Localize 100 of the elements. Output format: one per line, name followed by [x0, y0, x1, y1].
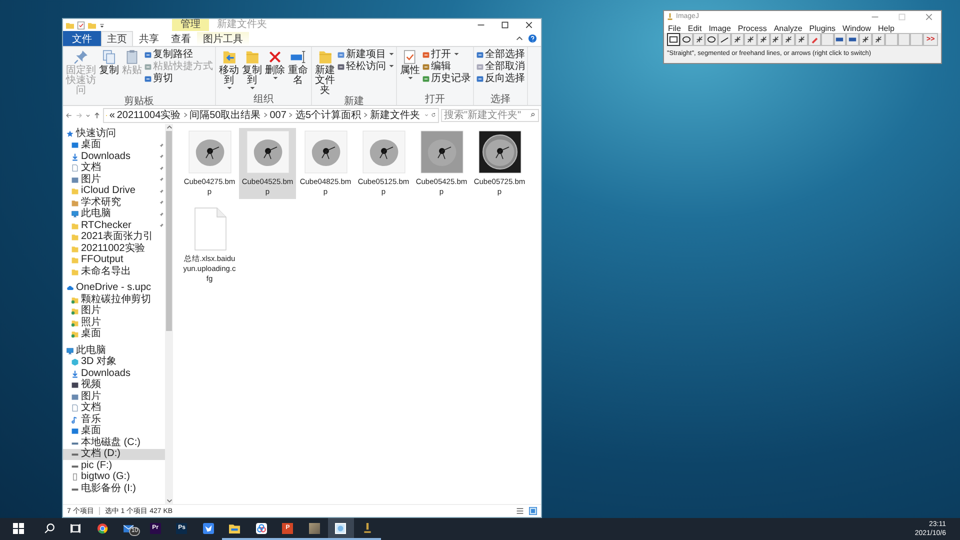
sidebar-item[interactable]: 图片: [63, 306, 165, 317]
ribbon-button[interactable]: 打开: [422, 49, 471, 60]
dev-tool-button[interactable]: [834, 33, 846, 46]
scroll-up-icon[interactable]: [166, 124, 172, 130]
ribbon-button[interactable]: 全部选择: [476, 49, 525, 60]
sidebar-item[interactable]: pic (F:): [63, 460, 165, 472]
scrollbar[interactable]: [165, 124, 173, 504]
menu-item[interactable]: Plugins: [809, 24, 836, 33]
magnifier-button[interactable]: [782, 33, 796, 46]
sidebar-item[interactable]: Downloads: [63, 151, 165, 162]
ribbon-button[interactable]: 重命名: [287, 48, 309, 94]
menu-item[interactable]: Window: [842, 24, 871, 33]
ribbon-tab[interactable]: 查看: [165, 31, 197, 46]
breadcrumb-item[interactable]: 选5个计算面积: [295, 108, 361, 122]
ribbon-button[interactable]: 编辑: [422, 61, 471, 72]
ribbon-button[interactable]: 复制: [98, 48, 120, 96]
sidebar-item[interactable]: OneDrive - s.upc: [63, 282, 165, 294]
breadcrumb-item[interactable]: 007: [270, 110, 286, 120]
up-arrow-icon[interactable]: [93, 110, 101, 120]
ribbon-button[interactable]: 反向选择: [476, 73, 525, 84]
sidebar-item[interactable]: RTChecker: [63, 220, 165, 232]
help-icon[interactable]: [528, 34, 537, 43]
menu-item[interactable]: Image: [708, 24, 731, 33]
brush-button[interactable]: [859, 33, 872, 46]
sidebar-item[interactable]: 视频: [63, 380, 165, 391]
breadcrumb-item[interactable]: 间隔50取出结果: [190, 108, 261, 122]
sidebar-item[interactable]: 20211002实验: [63, 243, 165, 254]
ribbon-button[interactable]: 新建文件夹: [314, 48, 336, 96]
sidebar-item[interactable]: bigtwo (G:): [63, 472, 165, 483]
sidebar-item[interactable]: 颗粒碳拉伸剪切: [63, 294, 165, 306]
ribbon-button[interactable]: 历史记录: [422, 73, 471, 84]
sidebar-item[interactable]: 本地磁盘 (C:): [63, 437, 165, 448]
sidebar-item[interactable]: 音乐: [63, 414, 165, 426]
rectangle-tool-button[interactable]: [667, 33, 680, 46]
menu-item[interactable]: Edit: [688, 24, 702, 33]
scroll-down-icon[interactable]: [166, 498, 172, 504]
line-tool-button[interactable]: [718, 33, 732, 46]
sidebar-item[interactable]: 2021表面张力引: [63, 232, 165, 243]
sidebar-item[interactable]: 此电脑: [63, 345, 165, 356]
ribbon-button[interactable]: 轻松访问: [337, 61, 394, 72]
wand-tool-button[interactable]: [756, 33, 770, 46]
sidebar-item[interactable]: 文档 (D:): [63, 448, 165, 460]
sidebar-item[interactable]: 电影备份 (I:): [63, 483, 165, 494]
document-icon: [71, 164, 79, 172]
menu-item[interactable]: File: [668, 24, 681, 33]
back-arrow-icon[interactable]: [65, 110, 73, 120]
sidebar-item[interactable]: 文档: [63, 402, 165, 414]
stack-tool-button[interactable]: [846, 33, 860, 46]
menu-item[interactable]: Help: [878, 24, 894, 33]
ribbon-tab[interactable]: 图片工具: [197, 31, 249, 46]
ribbon-button[interactable]: 全部取消: [476, 61, 525, 72]
menu-item[interactable]: Analyze: [774, 24, 802, 33]
sidebar-item[interactable]: 照片: [63, 317, 165, 328]
polygon-tool-button[interactable]: [692, 33, 706, 46]
sidebar-item[interactable]: 图片: [63, 391, 165, 402]
ribbon-tab[interactable]: 主页: [101, 31, 133, 46]
sidebar-item[interactable]: FFOutput: [63, 254, 165, 266]
address-bar[interactable]: « 20211004实验 间隔50取出结果 007 选5个计算面积 新建文件夹: [103, 108, 439, 122]
sidebar-item[interactable]: 桌面: [63, 140, 165, 151]
sidebar-item[interactable]: 桌面: [63, 426, 165, 437]
ribbon-button[interactable]: 属性: [399, 48, 421, 94]
sidebar-item[interactable]: 未命名导出: [63, 266, 165, 278]
ribbon-tab[interactable]: 文件: [63, 31, 101, 46]
hand-button[interactable]: [795, 33, 808, 46]
refresh-icon[interactable]: [431, 111, 436, 119]
sidebar-item[interactable]: 3D 对象: [63, 356, 165, 368]
dropper-button[interactable]: [808, 33, 821, 46]
menu-item[interactable]: Process: [738, 24, 767, 33]
collapse-ribbon-icon[interactable]: [515, 34, 524, 43]
ribbon-button[interactable]: 移动到: [218, 48, 240, 94]
viewer-taskbar-button[interactable]: [328, 518, 354, 540]
point-tool-button[interactable]: [744, 33, 757, 46]
scrollbar-thumb[interactable]: [166, 131, 172, 331]
sidebar-item[interactable]: 文档: [63, 162, 165, 174]
ribbon-tab[interactable]: 共享: [133, 31, 165, 46]
sidebar-item[interactable]: Downloads: [63, 368, 165, 380]
freehand-tool-button[interactable]: [705, 33, 718, 46]
oval-tool-button[interactable]: [680, 33, 693, 46]
angle-tool-button[interactable]: [731, 33, 744, 46]
sidebar-item[interactable]: 桌面: [63, 328, 165, 340]
lut-button[interactable]: [872, 33, 885, 46]
sidebar-item[interactable]: 图片: [63, 174, 165, 186]
text-tool-button[interactable]: [770, 33, 782, 46]
large-icons-view-icon[interactable]: [529, 507, 537, 515]
ribbon-button[interactable]: 新建项目: [337, 49, 394, 60]
breadcrumb-item[interactable]: «: [109, 110, 115, 120]
ribbon-button[interactable]: 剪切: [144, 73, 213, 84]
properties-icon[interactable]: [77, 20, 85, 30]
sidebar-item[interactable]: 此电脑: [63, 208, 165, 220]
ribbon-button[interactable]: 删除: [264, 48, 286, 94]
breadcrumb-item[interactable]: 20211004实验: [116, 108, 181, 122]
cloud-drive-icon: [256, 522, 267, 534]
breadcrumb-item[interactable]: 新建文件夹: [370, 108, 420, 122]
ribbon-button[interactable]: 复制到: [241, 48, 263, 94]
folder-copy-icon: [244, 49, 260, 65]
sidebar-item[interactable]: 学术研究: [63, 197, 165, 208]
sidebar-item[interactable]: iCloud Drive: [63, 186, 165, 197]
details-view-icon[interactable]: [516, 507, 524, 515]
sidebar-item[interactable]: 快速访问: [63, 128, 165, 140]
ribbon-button[interactable]: 复制路径: [144, 49, 213, 60]
